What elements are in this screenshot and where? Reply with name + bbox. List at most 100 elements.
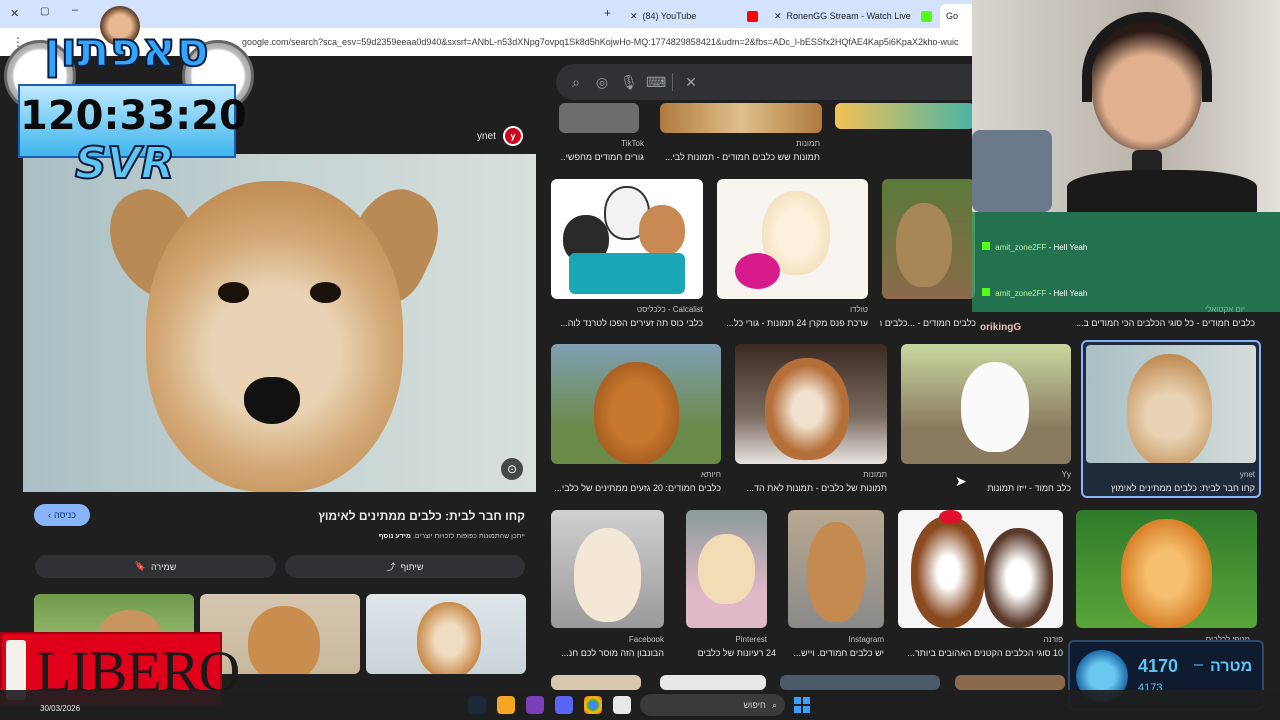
close-icon[interactable]: ✕ [630, 11, 638, 22]
keyboard-icon[interactable]: ⌨ [646, 74, 666, 91]
learn-more-link[interactable]: מידע נוסף [379, 533, 411, 540]
preview-image[interactable]: ⊙ [23, 154, 536, 492]
result-image[interactable] [788, 510, 884, 628]
date-display: 30/03/2026 [40, 704, 81, 713]
result-caption[interactable]: כלבי כוס תה זעירים הפכו לטרנד לוה... [551, 318, 703, 328]
result-caption[interactable]: תמונות של כלבים - תמונות לאת הד... [735, 483, 887, 493]
visit-button-label: כניסה [54, 510, 76, 520]
search-box[interactable]: ⌕ ◎ 🎙 ⌨ ✕ [556, 64, 976, 100]
result-caption[interactable]: תמונות שש כלבים חמודים - תמונות לבי... [660, 152, 820, 162]
result-image[interactable] [735, 344, 887, 464]
new-tab-icon[interactable]: + [604, 6, 611, 20]
steam-icon[interactable] [468, 696, 486, 714]
result-source: Facebook [628, 635, 664, 644]
result-image[interactable] [551, 179, 703, 299]
source-favicon: y [503, 126, 523, 146]
result-image[interactable] [898, 510, 1063, 628]
clear-icon[interactable]: ✕ [683, 74, 699, 91]
result-caption[interactable]: כלבים חמודים - ...כלבים הכי חמודים ב24..… [880, 318, 976, 328]
mouse-cursor: ➤ [955, 473, 967, 489]
result-image[interactable] [660, 103, 822, 133]
result-caption[interactable]: כלב חמוד - ייזו תמונות [901, 483, 1071, 493]
result-caption[interactable]: גורים חמודים מחפשי... [560, 152, 644, 162]
source-badge: y [505, 128, 521, 144]
source-name[interactable]: ynet [477, 131, 496, 142]
result-source: טולדו [849, 305, 868, 314]
result-source: Calcalist - כלכליסט [636, 305, 703, 314]
chat-text: Hell Yeah [1053, 289, 1088, 298]
search-icon[interactable]: ⌕ [568, 74, 584, 91]
share-button[interactable]: ⤴ שיתוף [285, 555, 525, 578]
visit-button[interactable]: ‹ כניסה [34, 504, 90, 526]
result-source: ynet [1239, 470, 1255, 479]
obs-icon[interactable] [526, 696, 544, 714]
notice-text: ייתכן שהתמונות כפופות לזכויות יוצרים. [412, 533, 525, 540]
result-image[interactable] [551, 675, 641, 690]
result-image[interactable] [1076, 510, 1257, 628]
tab-kick[interactable]: ✕ RonenGG Stream - Watch Live [768, 4, 938, 28]
search-placeholder: חיפוש [743, 700, 766, 710]
result-caption[interactable]: ערכת פנס מקרן 24 תמונות - גורי כל... [717, 318, 868, 328]
lens-icon[interactable]: ◎ [594, 74, 610, 91]
result-caption[interactable]: כלבים חמודים: 20 גזעים ממתינים של כלבי..… [551, 483, 721, 493]
chat-message: amit_zone2FF - Hell Yeah [982, 242, 1087, 252]
tab-google[interactable]: Go [940, 4, 975, 28]
lens-search-icon[interactable]: ⊙ [501, 458, 523, 480]
kick-icon [982, 288, 990, 296]
result-caption[interactable]: יש כלבים חמודים. וייש... [788, 648, 884, 658]
close-window-icon[interactable]: ✕ [10, 7, 19, 20]
url-field[interactable]: google.com/search?sca_esv=59d2359eeaa0d9… [242, 37, 972, 47]
result-caption[interactable]: כלבים חמודים - כל סוגי הכלבים הכי חמודים… [1075, 318, 1255, 328]
result-source: חיותא [701, 470, 721, 479]
result-source: Instagram [848, 635, 884, 644]
webcam-feed [972, 0, 1280, 212]
taskbar-search[interactable]: חיפוש ⌕ [640, 694, 785, 716]
result-caption[interactable]: קחו חבר לבית: כלבים ממתינים לאימוץ [1085, 483, 1255, 493]
tab-label: RonenGG Stream - Watch Live [786, 11, 911, 21]
copyright-notice: ייתכן שהתמונות כפופות לזכויות יוצרים. מי… [200, 533, 525, 540]
result-caption[interactable]: הבונבון הזה מוסר לכם חנ... [551, 648, 664, 658]
kick-icon [982, 242, 990, 250]
result-image[interactable] [551, 344, 721, 464]
result-image[interactable] [660, 675, 766, 690]
result-image[interactable] [551, 510, 664, 628]
chat-username: amit_zone2FF [995, 243, 1047, 252]
watermark: orikingG [980, 322, 1022, 333]
result-image[interactable] [955, 675, 1065, 690]
microphone-icon[interactable]: 🎙 [620, 74, 638, 91]
result-caption[interactable]: 24 רעיונות של כלבים [676, 648, 776, 658]
app-icon[interactable] [497, 696, 515, 714]
tab-youtube[interactable]: ✕ (84) YouTube [624, 4, 764, 28]
chat-username: amit_zone2FF [995, 289, 1047, 298]
related-image[interactable] [366, 594, 526, 674]
share-label: שיתוף [400, 561, 424, 572]
result-source: פורנה [1043, 635, 1063, 644]
search-icon: ⌕ [771, 699, 777, 710]
result-caption[interactable]: 10 סוגי הכלבים הקטנים האהובים ביותר... [898, 648, 1063, 658]
result-image[interactable] [559, 103, 639, 133]
result-image[interactable] [901, 344, 1071, 464]
stream-timer: 120:33:20 [20, 93, 247, 139]
result-image[interactable] [717, 179, 868, 299]
channel-logo: סאפתון [43, 21, 210, 79]
result-image[interactable] [835, 103, 975, 129]
minimize-window-icon[interactable]: – [72, 4, 78, 16]
goal-separator: – [1194, 656, 1203, 673]
result-image[interactable] [780, 675, 940, 690]
result-image[interactable] [882, 179, 975, 299]
tab-label: (84) YouTube [642, 11, 697, 21]
save-button[interactable]: 🔖 שמירה [35, 555, 276, 578]
close-icon[interactable]: ✕ [774, 11, 782, 22]
goal-value: 4170 [1138, 656, 1179, 676]
chat-text: Hell Yeah [1053, 243, 1088, 252]
chat-message: amit_zone2FF - Hell Yeah [982, 288, 1087, 298]
save-label: שמירה [150, 561, 177, 572]
discord-icon[interactable] [555, 696, 573, 714]
result-image[interactable] [686, 510, 767, 628]
result-source: תמונות [863, 470, 887, 479]
file-explorer-icon[interactable] [613, 696, 631, 714]
restore-window-icon[interactable]: ▢ [40, 6, 49, 17]
share-icon: ⤴ [386, 562, 396, 572]
chrome-icon[interactable] [584, 696, 602, 714]
windows-start-icon[interactable] [794, 697, 810, 713]
